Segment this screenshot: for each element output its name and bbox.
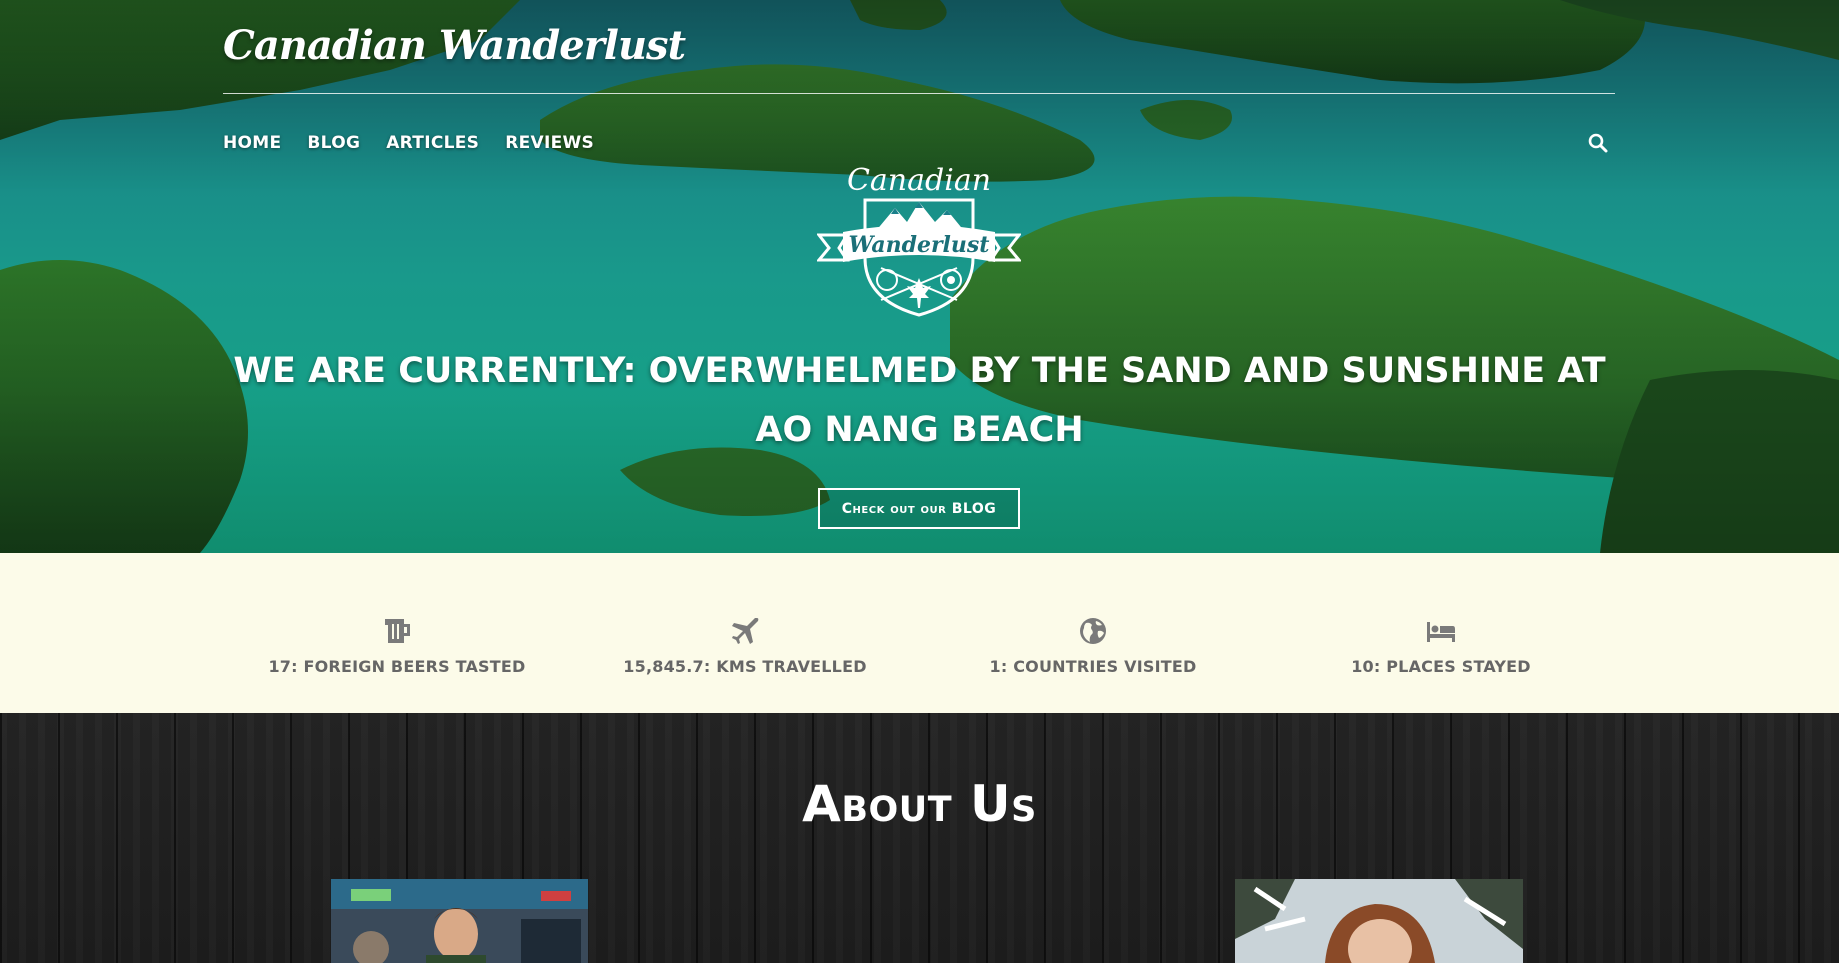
stat-beers: 17: FOREIGN BEERS TASTED <box>223 553 571 713</box>
stat-label: 17: FOREIGN BEERS TASTED <box>268 657 526 676</box>
check-blog-button[interactable]: Check out our BLOG <box>818 488 1020 529</box>
hero-headline: WE ARE CURRENTLY: OVERWHELMED BY THE SAN… <box>233 351 1606 450</box>
stat-label: 15,845.7: KMS TRAVELLED <box>623 657 867 676</box>
nav-articles[interactable]: ARTICLES <box>386 133 479 153</box>
stat-places: 10: PLACES STAYED <box>1267 553 1615 713</box>
hero-section: Canadian Wanderlust HOME BLOG ARTICLES R… <box>0 0 1839 553</box>
nav-blog[interactable]: BLOG <box>307 133 360 153</box>
header-divider <box>223 93 1615 94</box>
stat-label: 10: PLACES STAYED <box>1351 657 1531 676</box>
beer-mug-icon <box>385 619 410 643</box>
stat-countries: 1: COUNTRIES VISITED <box>919 553 1267 713</box>
bed-icon <box>1427 622 1455 642</box>
nav-home[interactable]: HOME <box>223 133 281 153</box>
crest-logo: Canadian Wanderlust <box>817 163 1021 317</box>
globe-icon <box>1080 618 1106 644</box>
profile-photo-1[interactable] <box>331 879 588 963</box>
profile-photo-2[interactable] <box>1235 879 1523 963</box>
stat-label: 1: COUNTRIES VISITED <box>989 657 1197 676</box>
about-title: About Us <box>802 775 1037 833</box>
stats-bar: 17: FOREIGN BEERS TASTED 15,845.7: KMS T… <box>0 553 1839 713</box>
plane-icon <box>732 618 759 644</box>
site-brand[interactable]: Canadian Wanderlust <box>223 22 686 69</box>
logo-word-wanderlust: Wanderlust <box>849 232 990 258</box>
stat-distance: 15,845.7: KMS TRAVELLED <box>571 553 919 713</box>
logo-word-canadian: Canadian <box>847 163 991 198</box>
main-nav: HOME BLOG ARTICLES REVIEWS <box>223 133 594 153</box>
about-section: About Us <box>0 713 1839 963</box>
nav-reviews[interactable]: REVIEWS <box>505 133 594 153</box>
search-icon[interactable] <box>1587 132 1609 154</box>
